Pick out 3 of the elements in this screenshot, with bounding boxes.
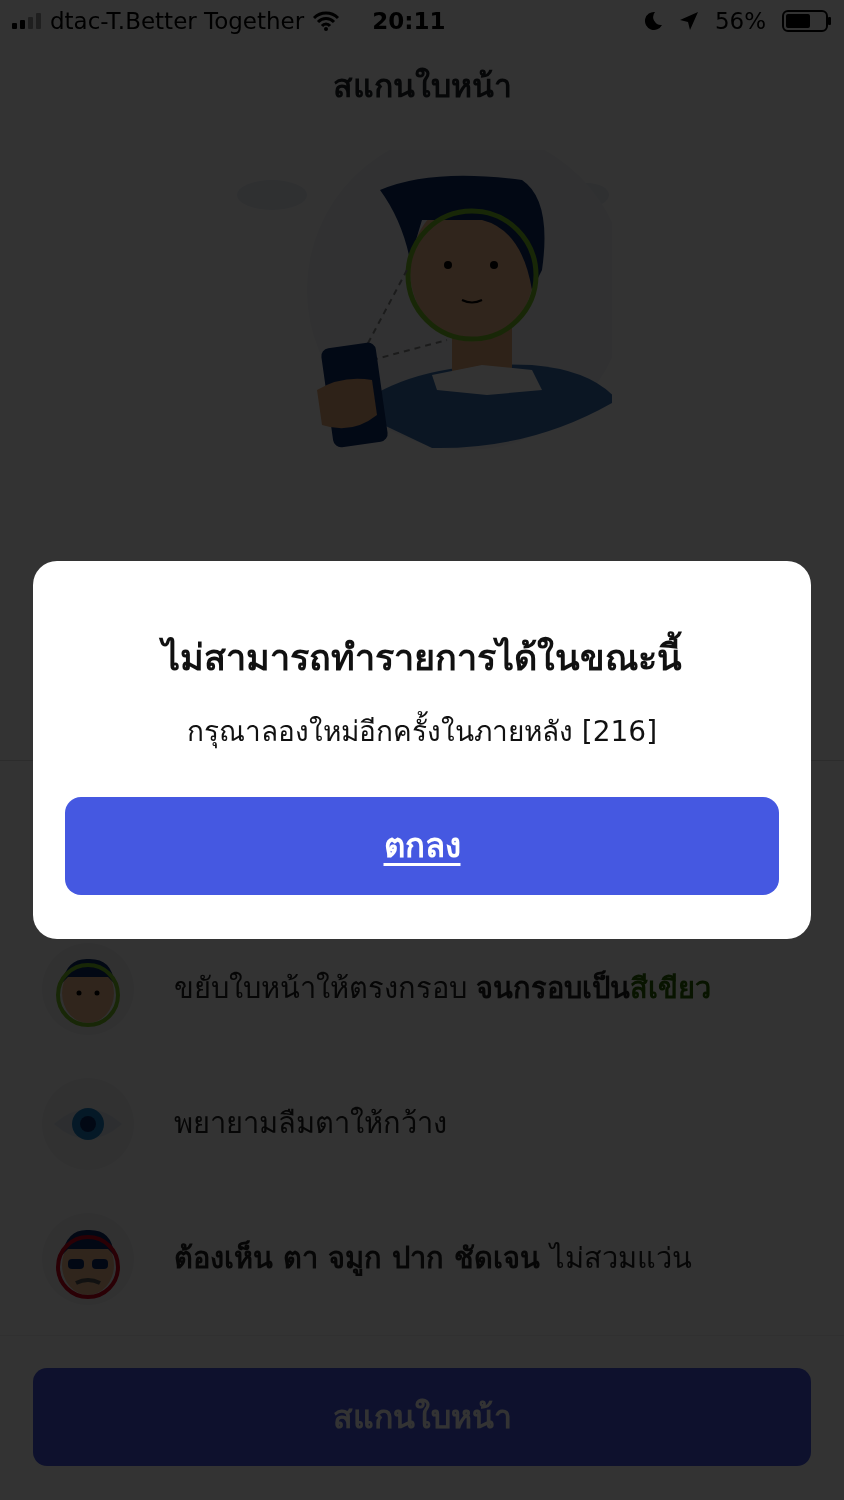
dialog-message: กรุณาลองใหม่อีกครั้งในภายหลัง [216] (65, 711, 779, 753)
dialog-title: ไม่สามารถทำรายการได้ในขณะนี้ (65, 631, 779, 685)
ok-button[interactable]: ตกลง (65, 797, 779, 895)
